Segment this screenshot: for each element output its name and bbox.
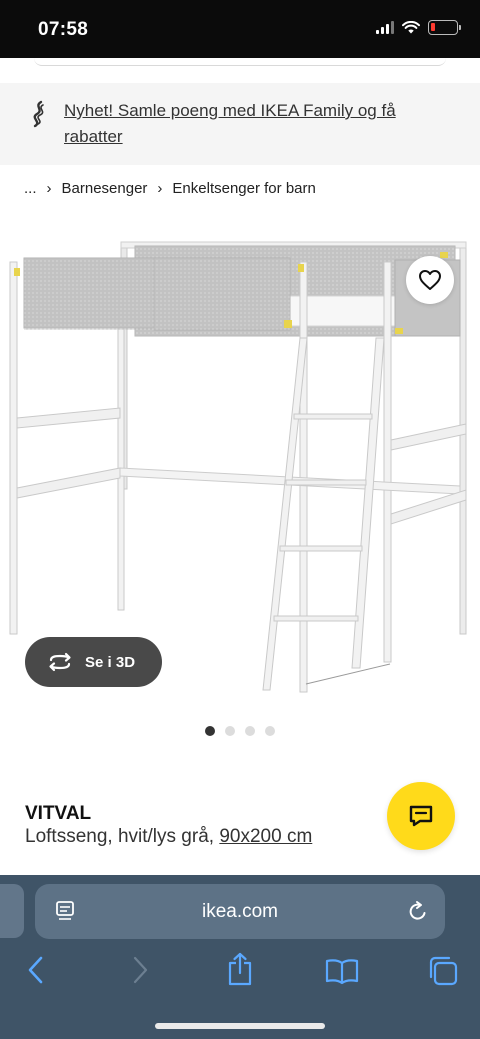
cellular-signal-icon bbox=[376, 21, 394, 34]
status-bar: 07:58 bbox=[0, 0, 480, 58]
carousel-dot[interactable] bbox=[265, 726, 275, 736]
chat-icon bbox=[409, 805, 433, 827]
favorite-button[interactable] bbox=[406, 256, 454, 304]
carousel-dot[interactable] bbox=[245, 726, 255, 736]
header-edge bbox=[34, 58, 446, 66]
product-description: Loftsseng, hvit/lys grå, 90x200 cm bbox=[25, 826, 312, 848]
rotate-3d-icon bbox=[49, 652, 71, 672]
home-indicator bbox=[155, 1023, 325, 1029]
breadcrumb: ... › Barnesenger › Enkeltsenger for bar… bbox=[24, 180, 316, 197]
previous-tab-preview[interactable] bbox=[0, 884, 24, 938]
chat-button[interactable] bbox=[387, 782, 455, 850]
product-name: VITVAL bbox=[25, 803, 92, 824]
breadcrumb-ellipsis[interactable]: ... bbox=[24, 180, 37, 197]
chevron-right-icon: › bbox=[157, 180, 163, 197]
share-icon[interactable] bbox=[227, 952, 253, 986]
carousel-dots bbox=[205, 726, 275, 736]
back-icon[interactable] bbox=[26, 955, 46, 985]
tabs-icon[interactable] bbox=[427, 955, 459, 987]
product-size-link[interactable]: 90x200 cm bbox=[219, 826, 312, 847]
address-bar[interactable]: ikea.com bbox=[35, 884, 445, 939]
view-3d-button[interactable]: Se i 3D bbox=[25, 637, 162, 687]
reload-icon[interactable] bbox=[407, 899, 429, 923]
status-icons bbox=[376, 20, 461, 35]
status-time: 07:58 bbox=[38, 19, 89, 40]
forward-icon[interactable] bbox=[130, 955, 150, 985]
bookmarks-icon[interactable] bbox=[325, 957, 359, 985]
wifi-icon bbox=[402, 21, 420, 34]
breadcrumb-item-enkeltsenger[interactable]: Enkeltsenger for barn bbox=[172, 180, 315, 197]
battery-icon bbox=[428, 20, 461, 35]
carousel-dot[interactable] bbox=[205, 726, 215, 736]
url-text: ikea.com bbox=[201, 901, 279, 922]
product-type: Loftsseng, hvit/lys grå, bbox=[25, 826, 215, 847]
product-image[interactable] bbox=[0, 228, 480, 708]
carousel-dot[interactable] bbox=[225, 726, 235, 736]
breadcrumb-item-barnesenger[interactable]: Barnesenger bbox=[62, 180, 148, 197]
view-3d-label: Se i 3D bbox=[85, 653, 136, 671]
chevron-right-icon: › bbox=[46, 180, 52, 197]
promo-link[interactable]: Nyhet! Samle poeng med IKEA Family og få… bbox=[64, 98, 444, 150]
heart-icon bbox=[419, 270, 441, 290]
family-card-icon bbox=[33, 100, 44, 128]
